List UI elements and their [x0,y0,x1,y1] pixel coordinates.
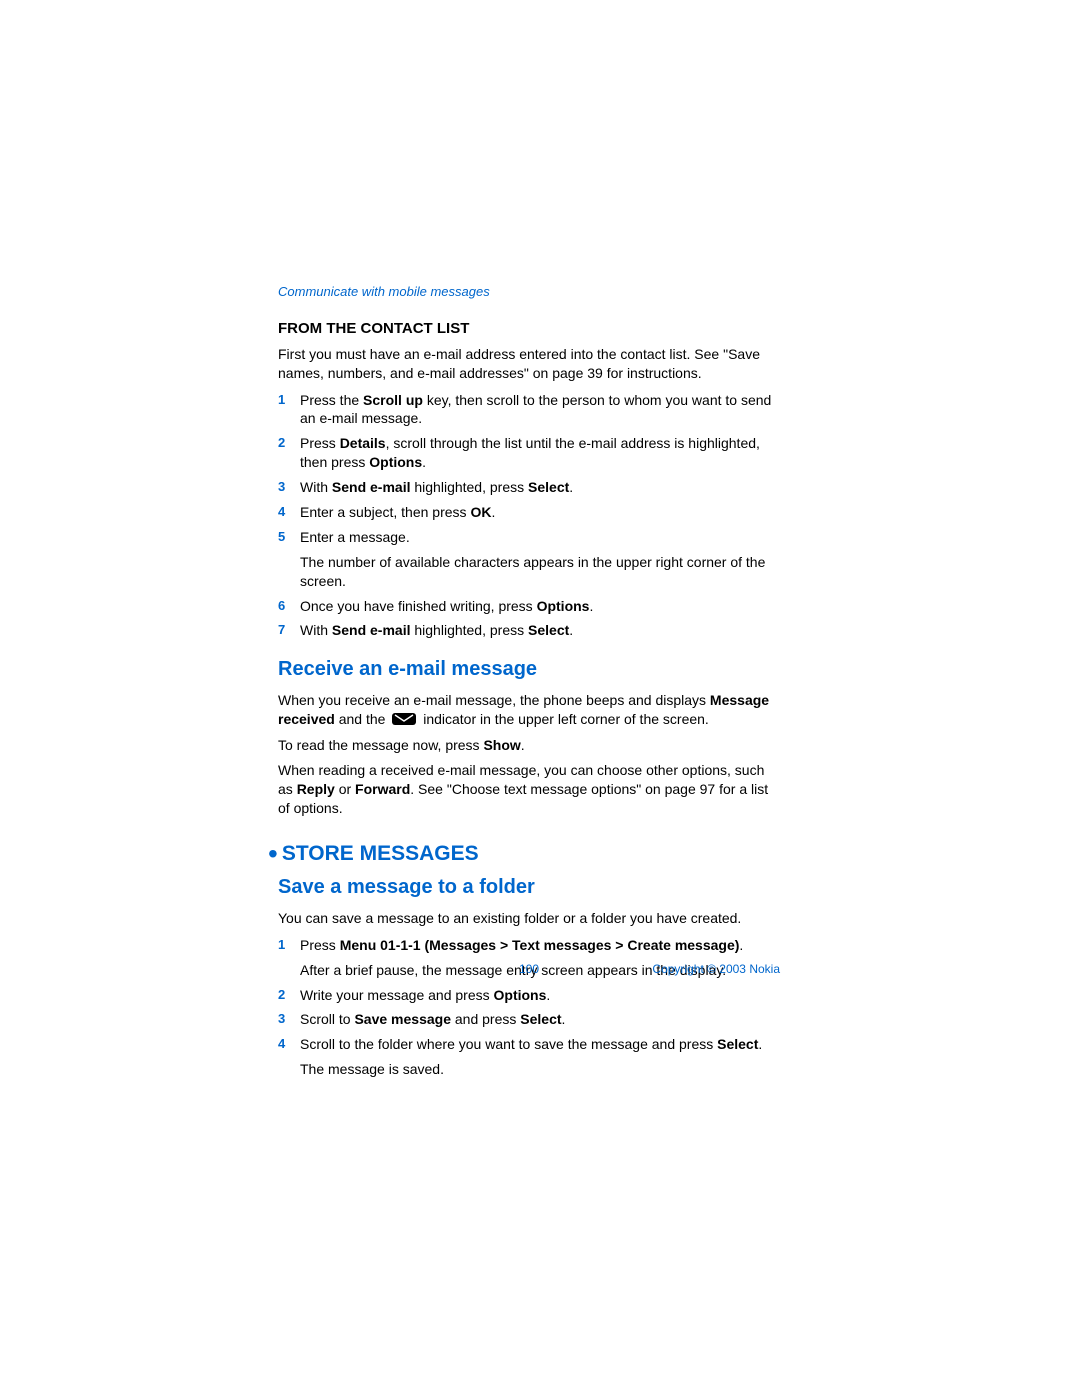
list-item: 3 With Send e-mail highlighted, press Se… [278,478,780,497]
step-text: Scroll to Save message and press Select. [300,1010,780,1029]
step-number: 2 [278,986,300,1004]
section-heading-save-folder: Save a message to a folder [278,874,780,901]
steps-list-1: 1 Press the Scroll up key, then scroll t… [278,391,780,641]
list-item: 1 Press Menu 01-1-1 (Messages > Text mes… [278,936,780,955]
step-number: 7 [278,621,300,639]
section-heading-store: • STORE MESSAGES [268,840,780,868]
list-item: 4 Scroll to the folder where you want to… [278,1035,780,1054]
step-number: 1 [278,391,300,409]
envelope-icon [392,711,416,730]
step-number: 1 [278,936,300,954]
list-item: 4 Enter a subject, then press OK. [278,503,780,522]
section-intro: You can save a message to an existing fo… [278,909,780,928]
step-text: Once you have finished writing, press Op… [300,597,780,616]
section-heading-receive: Receive an e-mail message [278,656,780,683]
heading-text: STORE MESSAGES [282,840,479,868]
step-note: The message is saved. [300,1060,780,1079]
step-text: Write your message and press Options. [300,986,780,1005]
step-number: 3 [278,478,300,496]
list-item: 7 With Send e-mail highlighted, press Se… [278,621,780,640]
section-heading-contact-list: FROM THE CONTACT LIST [278,319,780,339]
step-text: Press Details, scroll through the list u… [300,434,780,472]
step-number: 5 [278,528,300,546]
step-note: The number of available characters appea… [300,553,780,591]
step-text: Press the Scroll up key, then scroll to … [300,391,780,429]
bullet-icon: • [268,840,278,868]
steps-list-2: 1 Press Menu 01-1-1 (Messages > Text mes… [278,936,780,1079]
section-intro: First you must have an e-mail address en… [278,345,780,383]
page-number: 100 [519,961,539,977]
list-item: 2 Press Details, scroll through the list… [278,434,780,472]
list-item: 1 Press the Scroll up key, then scroll t… [278,391,780,429]
running-header: Communicate with mobile messages [278,283,780,301]
paragraph: To read the message now, press Show. [278,736,780,755]
step-number: 4 [278,1035,300,1053]
step-text: Enter a subject, then press OK. [300,503,780,522]
paragraph: When reading a received e-mail message, … [278,761,780,818]
paragraph: When you receive an e-mail message, the … [278,691,780,730]
step-text: Press Menu 01-1-1 (Messages > Text messa… [300,936,780,955]
document-page: Communicate with mobile messages FROM TH… [0,0,1080,1397]
step-number: 2 [278,434,300,452]
page-footer: 100 Copyright © 2003 Nokia [278,961,780,977]
step-text: Enter a message. [300,528,780,547]
step-text: With Send e-mail highlighted, press Sele… [300,621,780,640]
step-text: Scroll to the folder where you want to s… [300,1035,780,1054]
copyright-text: Copyright © 2003 Nokia [652,961,780,977]
step-number: 6 [278,597,300,615]
list-item: 5 Enter a message. [278,528,780,547]
step-number: 4 [278,503,300,521]
step-number: 3 [278,1010,300,1028]
step-text: With Send e-mail highlighted, press Sele… [300,478,780,497]
list-item: 6 Once you have finished writing, press … [278,597,780,616]
list-item: 2 Write your message and press Options. [278,986,780,1005]
list-item: 3 Scroll to Save message and press Selec… [278,1010,780,1029]
